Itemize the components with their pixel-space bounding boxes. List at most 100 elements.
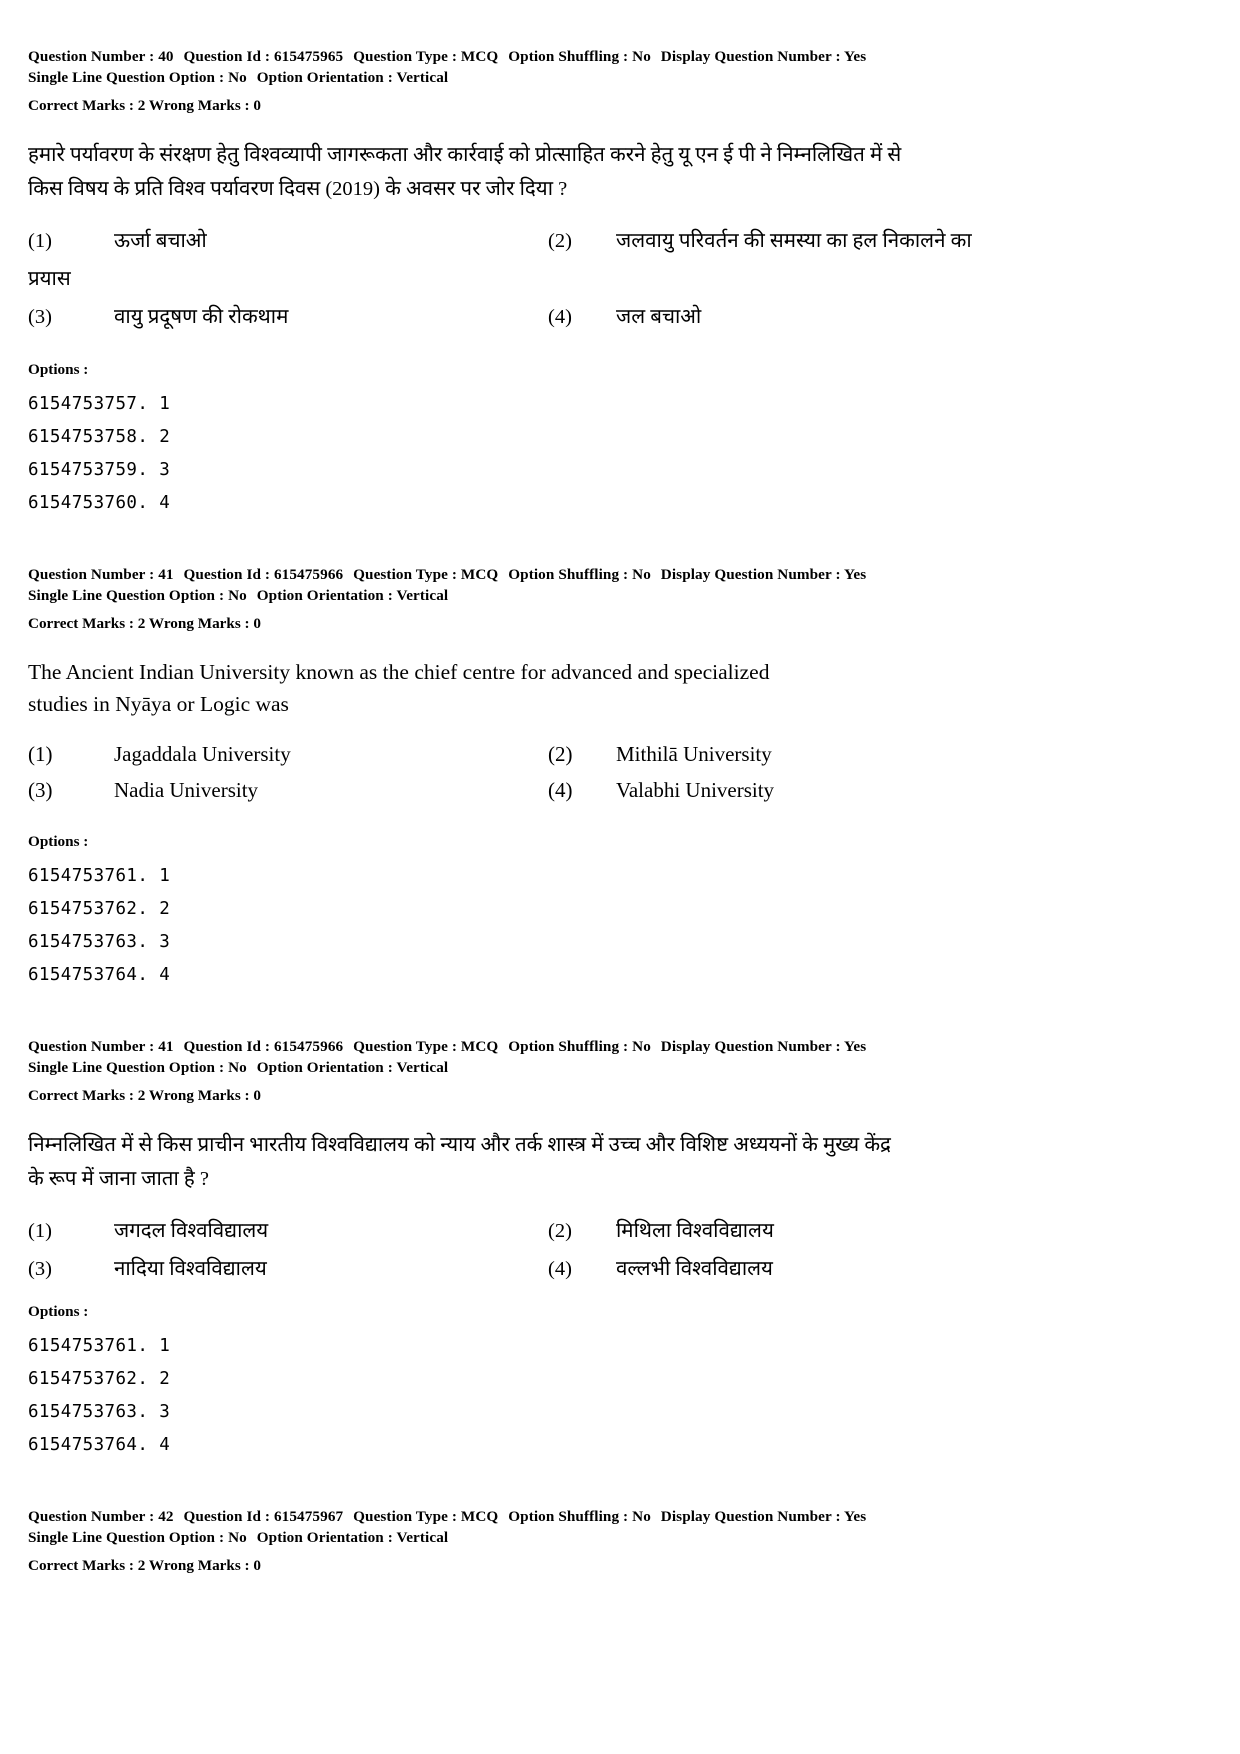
option-4[interactable]: (4) Valabhi University: [548, 772, 1090, 808]
option-number: (1): [28, 1220, 52, 1242]
option-3[interactable]: (3) वायु प्रदूषण की रोकथाम: [28, 298, 548, 336]
value-question-id: 615475967: [273, 1508, 344, 1525]
value-question-type: MCQ: [460, 1508, 499, 1525]
label-correct-marks: Correct Marks :: [28, 1087, 134, 1104]
option-id: 6154753763. 3: [28, 932, 171, 952]
label-display-question-number: Display Question Number :: [660, 1038, 841, 1055]
label-wrong-marks: Wrong Marks :: [148, 1557, 250, 1574]
question-text-line: studies in Nyāya or Logic was: [28, 692, 289, 716]
option-4[interactable]: (4) वल्लभी विश्वविद्यालय: [548, 1250, 1090, 1288]
option-2[interactable]: (2) मिथिला विश्वविद्यालय: [548, 1212, 1090, 1250]
label-option-shuffling: Option Shuffling :: [508, 48, 629, 65]
meta-line-primary: Question Number : 41 Question Id : 61547…: [28, 564, 1100, 585]
option-id: 6154753762. 2: [28, 899, 171, 919]
option-id: 6154753762. 2: [28, 1369, 171, 1389]
option-id: 6154753761. 1: [28, 1336, 171, 1356]
label-display-question-number: Display Question Number :: [660, 1508, 841, 1525]
option-text: Valabhi University: [616, 778, 775, 802]
label-wrong-marks: Wrong Marks :: [148, 97, 250, 114]
label-question-id: Question Id :: [183, 1508, 271, 1525]
label-option-shuffling: Option Shuffling :: [508, 566, 629, 583]
value-option-orientation: Vertical: [396, 69, 449, 86]
option-3[interactable]: (3) नादिया विश्वविद्यालय: [28, 1250, 548, 1288]
option-number: (4): [548, 306, 572, 328]
option-id-list-41-english: 6154753761. 1 6154753762. 2 6154753763. …: [28, 860, 1100, 992]
label-single-line-question-option: Single Line Question Option :: [28, 1059, 225, 1076]
value-question-id: 615475966: [273, 566, 344, 583]
option-2[interactable]: (2) Mithilā University: [548, 736, 1090, 772]
option-text: Nadia University: [114, 778, 259, 802]
options-list-41-hindi: (1) जगदल विश्वविद्यालय (2) मिथिला विश्वव…: [28, 1212, 1090, 1288]
option-1[interactable]: (1) ऊर्जा बचाओ: [28, 222, 548, 260]
option-id: 6154753763. 3: [28, 1402, 171, 1422]
meta-line-secondary: Single Line Question Option : No Option …: [28, 1057, 1100, 1078]
value-single-line-question-option: No: [228, 1059, 247, 1076]
value-wrong-marks: 0: [253, 1087, 262, 1104]
value-correct-marks: 2: [137, 615, 146, 632]
label-question-id: Question Id :: [183, 1038, 271, 1055]
label-option-orientation: Option Orientation :: [256, 1529, 393, 1546]
question-block-41-hindi: Question Number : 41 Question Id : 61547…: [28, 1036, 1100, 1462]
label-question-number: Question Number :: [28, 1038, 155, 1055]
option-3[interactable]: (3) Nadia University: [28, 772, 548, 808]
value-question-id: 615475966: [273, 1038, 344, 1055]
value-display-question-number: Yes: [844, 1508, 867, 1525]
options-heading-41-english: Options :: [28, 833, 89, 850]
value-question-number: 40: [158, 48, 174, 65]
options-list-40: (1) ऊर्जा बचाओ (2) जलवायु परिवर्तन की सम…: [28, 222, 1090, 336]
option-text: जल बचाओ: [616, 306, 702, 328]
option-1[interactable]: (1) Jagaddala University: [28, 736, 548, 772]
label-wrong-marks: Wrong Marks :: [148, 1087, 250, 1104]
option-number: (4): [548, 1258, 572, 1280]
value-question-type: MCQ: [460, 566, 499, 583]
option-number: (3): [28, 778, 53, 802]
option-4[interactable]: (4) जल बचाओ: [548, 298, 1090, 336]
option-text: मिथिला विश्वविद्यालय: [616, 1220, 774, 1242]
label-question-id: Question Id :: [183, 566, 271, 583]
question-meta-41-english: Question Number : 41 Question Id : 61547…: [28, 564, 1100, 606]
value-single-line-question-option: No: [228, 1529, 247, 1546]
option-2[interactable]: (2) जलवायु परिवर्तन की समस्या का हल निका…: [548, 222, 1090, 260]
option-id: 6154753760. 4: [28, 493, 171, 513]
question-block-41-english: Question Number : 41 Question Id : 61547…: [28, 564, 1100, 992]
label-question-type: Question Type :: [353, 566, 458, 583]
question-text-line: निम्नलिखित में से किस प्राचीन भारतीय विश…: [28, 1134, 891, 1156]
label-question-number: Question Number :: [28, 48, 155, 65]
label-question-number: Question Number :: [28, 566, 155, 583]
meta-line-primary: Question Number : 40 Question Id : 61547…: [28, 46, 1100, 67]
label-correct-marks: Correct Marks :: [28, 97, 134, 114]
option-1[interactable]: (1) जगदल विश्वविद्यालय: [28, 1212, 548, 1250]
value-question-number: 41: [158, 1038, 174, 1055]
option-number: (2): [548, 1220, 572, 1242]
label-display-question-number: Display Question Number :: [660, 566, 841, 583]
option-number: (3): [28, 1258, 52, 1280]
option-id: 6154753764. 4: [28, 1435, 171, 1455]
label-question-type: Question Type :: [353, 1038, 458, 1055]
meta-line-secondary: Single Line Question Option : No Option …: [28, 67, 1100, 88]
value-correct-marks: 2: [137, 1557, 146, 1574]
value-option-shuffling: No: [632, 1038, 651, 1055]
marks-line-41-english: Correct Marks : 2 Wrong Marks : 0: [28, 613, 1100, 634]
question-text-40: हमारे पर्यावरण के संरक्षण हेतु विश्वव्या…: [28, 138, 1090, 206]
option-text: वायु प्रदूषण की रोकथाम: [114, 306, 289, 328]
label-option-shuffling: Option Shuffling :: [508, 1508, 629, 1525]
label-question-number: Question Number :: [28, 1508, 155, 1525]
label-option-shuffling: Option Shuffling :: [508, 1038, 629, 1055]
option-text: Mithilā University: [616, 742, 772, 766]
question-text-line: के रूप में जाना जाता है ?: [28, 1168, 210, 1190]
value-question-number: 41: [158, 566, 174, 583]
option-row: (1) जगदल विश्वविद्यालय (2) मिथिला विश्वव…: [28, 1212, 1090, 1250]
option-id: 6154753758. 2: [28, 427, 171, 447]
question-text-line: हमारे पर्यावरण के संरक्षण हेतु विश्वव्या…: [28, 144, 902, 166]
value-option-orientation: Vertical: [396, 1529, 449, 1546]
question-text-41-english: The Ancient Indian University known as t…: [28, 656, 1090, 720]
label-correct-marks: Correct Marks :: [28, 1557, 134, 1574]
label-correct-marks: Correct Marks :: [28, 615, 134, 632]
label-question-type: Question Type :: [353, 48, 458, 65]
value-question-type: MCQ: [460, 48, 499, 65]
marks-line-41-hindi: Correct Marks : 2 Wrong Marks : 0: [28, 1085, 1100, 1106]
value-display-question-number: Yes: [844, 48, 867, 65]
value-correct-marks: 2: [137, 1087, 146, 1104]
